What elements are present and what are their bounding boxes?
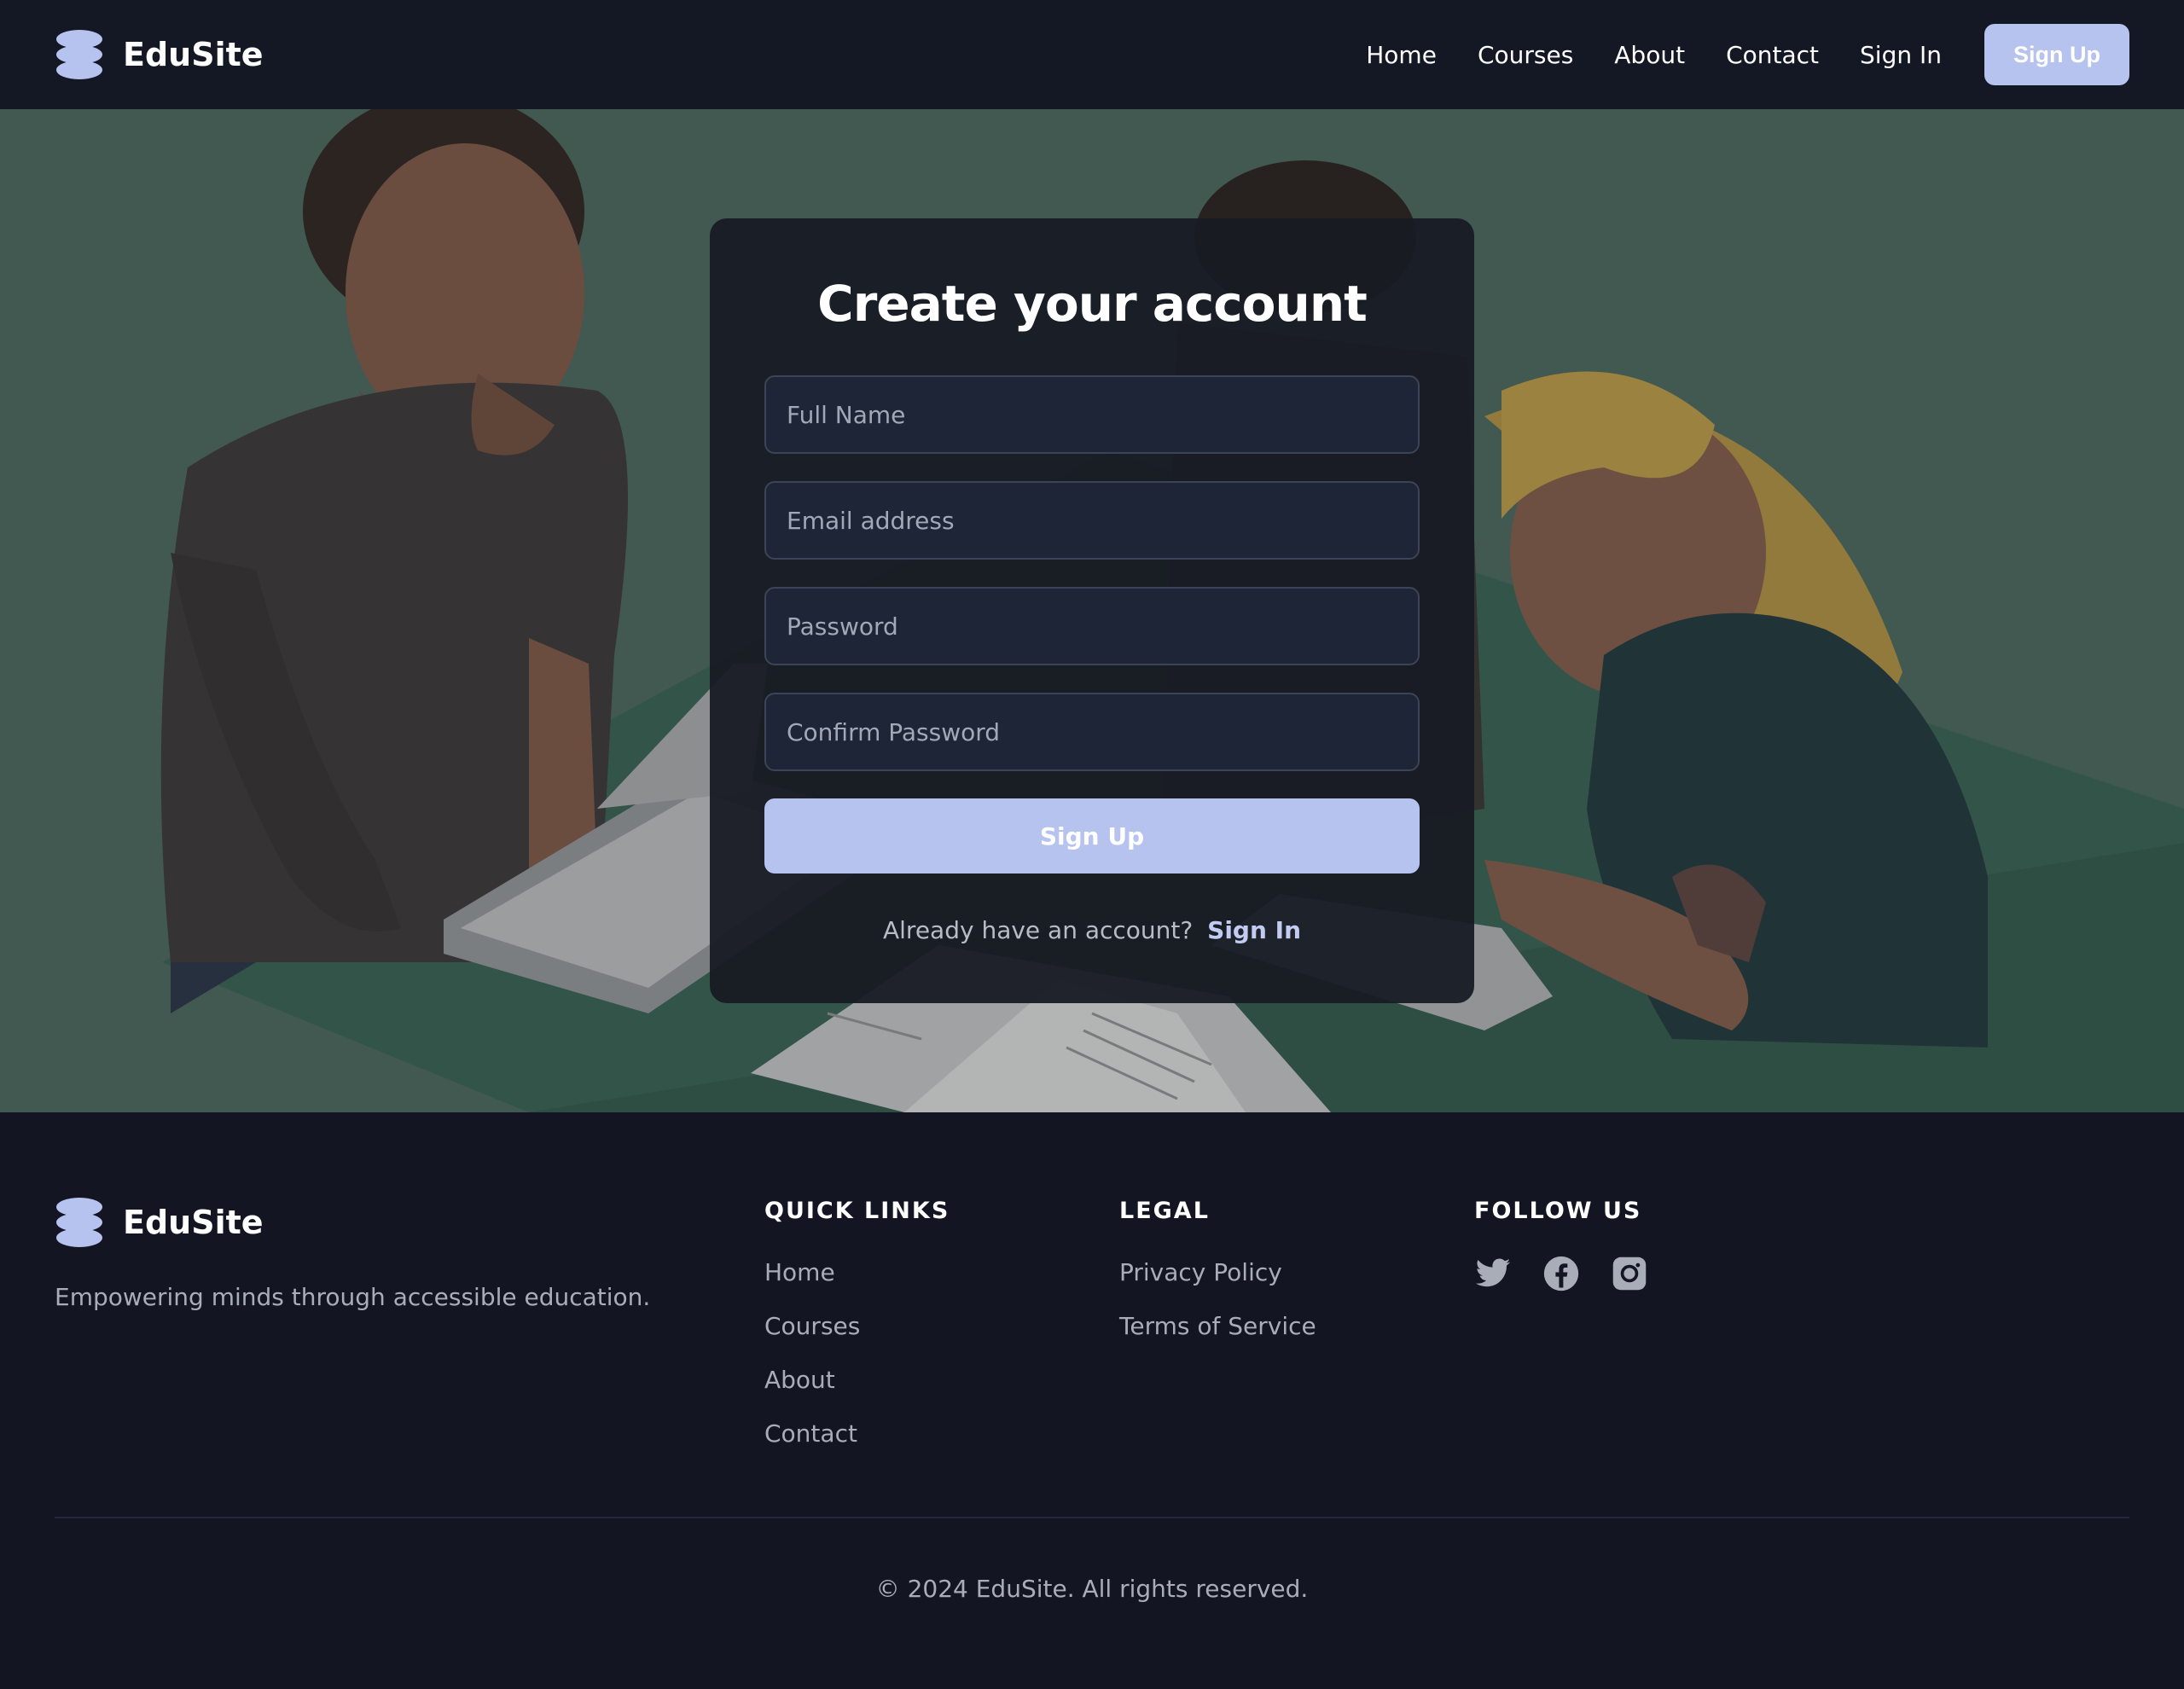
social-links xyxy=(1474,1255,1648,1292)
footer-link-contact[interactable]: Contact xyxy=(764,1419,950,1448)
brand[interactable]: EduSite xyxy=(55,30,264,79)
nav-link-courses[interactable]: Courses xyxy=(1478,41,1573,69)
footer-tagline: Empowering minds through accessible educ… xyxy=(55,1283,651,1311)
footer-link-courses[interactable]: Courses xyxy=(764,1312,950,1340)
footer-brand-name: EduSite xyxy=(123,1204,264,1241)
signin-link[interactable]: Sign In xyxy=(1207,916,1301,944)
twitter-icon[interactable] xyxy=(1474,1255,1512,1292)
footer-link-terms-of-service[interactable]: Terms of Service xyxy=(1119,1312,1316,1340)
legal-title: LEGAL xyxy=(1119,1198,1210,1224)
stacked-layers-icon xyxy=(55,1198,104,1247)
footer-brand[interactable]: EduSite xyxy=(55,1198,264,1247)
email-input[interactable] xyxy=(764,481,1420,560)
nav-links: Home Courses About Contact Sign In Sign … xyxy=(1366,24,2129,85)
nav-link-about[interactable]: About xyxy=(1614,41,1685,69)
stacked-layers-icon xyxy=(55,30,104,79)
signin-prompt-line: Already have an account? Sign In xyxy=(764,916,1420,944)
footer-link-privacy-policy[interactable]: Privacy Policy xyxy=(1119,1258,1316,1286)
nav-sign-up-button[interactable]: Sign Up xyxy=(1984,24,2129,85)
confirm-password-input[interactable] xyxy=(764,693,1420,771)
follow-us-column: FOLLOW US xyxy=(1474,1198,1648,1292)
footer-divider xyxy=(55,1517,2129,1518)
signin-prompt-text: Already have an account? xyxy=(882,916,1194,944)
sign-up-submit-button[interactable]: Sign Up xyxy=(764,798,1420,874)
brand-name: EduSite xyxy=(123,36,264,73)
nav-link-home[interactable]: Home xyxy=(1366,41,1437,69)
legal-column: LEGAL Privacy Policy Terms of Service xyxy=(1119,1198,1316,1366)
password-input[interactable] xyxy=(764,587,1420,665)
follow-us-title: FOLLOW US xyxy=(1474,1198,1642,1224)
instagram-icon[interactable] xyxy=(1611,1255,1648,1292)
quick-links-column: QUICK LINKS Home Courses About Contact xyxy=(764,1198,950,1473)
full-name-input[interactable] xyxy=(764,375,1420,454)
signup-card: Create your account Sign Up Already have… xyxy=(710,218,1474,1003)
copyright: © 2024 EduSite. All rights reserved. xyxy=(875,1575,1309,1603)
footer: EduSite Empowering minds through accessi… xyxy=(0,1112,2184,1689)
nav-link-sign-in[interactable]: Sign In xyxy=(1860,41,1942,69)
hero-section: Create your account Sign Up Already have… xyxy=(0,109,2184,1112)
form-title: Create your account xyxy=(817,275,1368,333)
footer-link-about[interactable]: About xyxy=(764,1366,950,1394)
nav-link-contact[interactable]: Contact xyxy=(1726,41,1819,69)
navbar: EduSite Home Courses About Contact Sign … xyxy=(0,0,2184,109)
quick-links-title: QUICK LINKS xyxy=(764,1198,950,1224)
facebook-icon[interactable] xyxy=(1542,1255,1580,1292)
footer-link-home[interactable]: Home xyxy=(764,1258,950,1286)
